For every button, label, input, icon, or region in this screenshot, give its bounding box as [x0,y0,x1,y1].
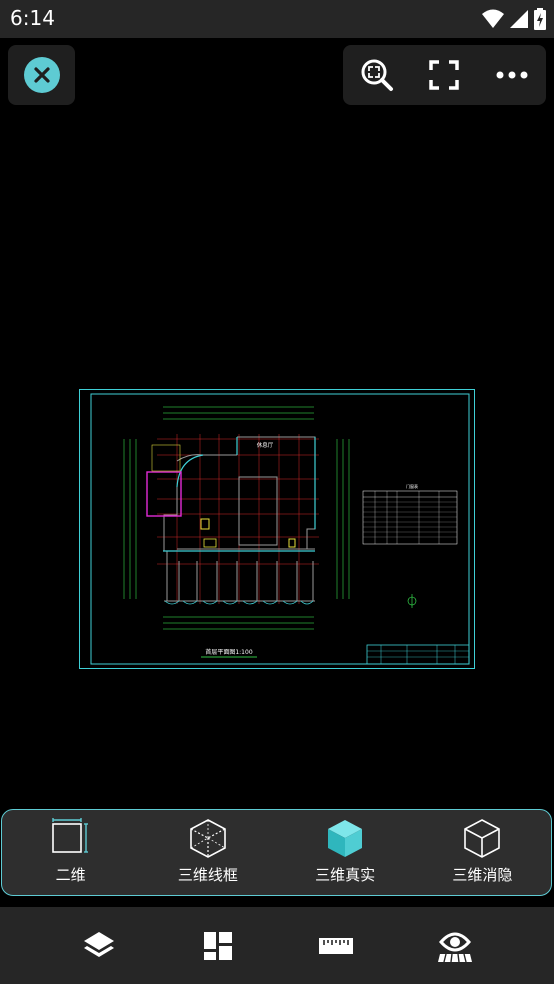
more-dots-icon [496,71,528,79]
title-block [366,644,470,665]
view-3d-hidden-button[interactable]: 三维消隐 [427,810,537,885]
layers-icon [84,931,115,957]
status-time: 6:14 [10,6,55,30]
axis-grid [157,434,319,604]
symbol-1 [200,518,210,530]
layout-button[interactable] [188,916,248,976]
more-button[interactable] [488,51,536,99]
cube-wireframe-icon [190,819,226,858]
measure-button[interactable] [306,916,366,976]
signal-icon [510,10,528,28]
view-eye-button[interactable] [425,916,485,976]
layout-grid-icon [203,931,232,960]
view-2d-icon [51,818,88,853]
symbol-3 [203,538,217,548]
plan-title: 首层平面图1:100 [205,648,252,656]
stair-room [146,471,182,517]
yellow-room [151,444,181,472]
view-3d-realistic-label: 三维真实 [315,866,376,884]
symbol-2 [288,538,296,548]
close-button-container [8,45,75,105]
eye-scan-icon [437,932,472,962]
status-icons [482,8,546,30]
cube-solid-icon [328,820,363,857]
north-arrow-symbol [407,594,417,608]
ruler-icon [319,937,354,954]
close-icon [33,67,50,83]
zoom-search-icon [361,59,393,91]
layers-button[interactable] [69,916,129,976]
cube-hidden-line-icon [464,819,501,858]
view-3d-realistic-button[interactable]: 三维真实 [290,810,400,885]
left-dimension-lines [123,439,137,599]
right-dimension-lines [336,439,350,599]
cad-drawing-canvas[interactable]: 门窗表 休息厅 首层平面图1:100 [79,389,475,669]
bottom-toolbar [0,907,554,984]
building-walls [163,436,316,602]
fullscreen-icon [429,60,460,90]
door-window-table: 门窗表 [362,483,458,545]
top-dimension-lines [163,406,314,420]
zoom-extents-button[interactable] [353,51,401,99]
view-mode-bar: 二维 三维线框 三维真实 三维消隐 [1,809,552,896]
fullscreen-button[interactable] [420,51,468,99]
view-3d-wireframe-button[interactable]: 三维线框 [153,810,263,885]
view-3d-hidden-label: 三维消隐 [452,866,513,884]
view-3d-wireframe-label: 三维线框 [177,866,238,884]
view-2d-label: 二维 [55,866,86,884]
battery-charging-icon [534,8,546,30]
close-button[interactable] [23,57,60,93]
top-toolbar [343,45,546,105]
table-title: 门窗表 [406,483,418,489]
view-2d-button[interactable]: 二维 [16,810,126,885]
hall-label: 休息厅 [257,441,274,449]
bottom-dimension-lines [163,616,314,630]
wifi-icon [482,9,504,28]
status-bar: 6:14 [0,0,554,38]
